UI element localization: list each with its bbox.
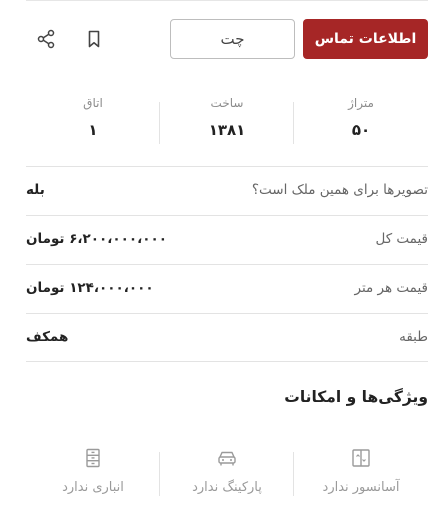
chat-button[interactable]: چت — [170, 19, 295, 59]
detail-value: همکف — [26, 329, 69, 345]
stat-value: ۱ — [88, 121, 98, 139]
detail-value: ۶،۲۰۰،۰۰۰،۰۰۰ تومان — [26, 231, 167, 247]
elevator-icon — [352, 449, 370, 467]
features-title: ویژگی‌ها و امکانات — [284, 388, 428, 406]
storage-icon — [86, 448, 100, 468]
top-divider — [26, 0, 428, 1]
detail-value: ۱۲۴،۰۰۰،۰۰۰ تومان — [26, 280, 154, 296]
stat-rooms: اتاق ۱ — [26, 94, 160, 154]
detail-row-total-price: قیمت کل ۶،۲۰۰،۰۰۰،۰۰۰ تومان — [26, 215, 428, 264]
stat-label: اتاق — [83, 96, 103, 110]
stat-area: متراژ ۵۰ — [294, 94, 428, 154]
stat-built-year: ساخت ۱۳۸۱ — [160, 94, 294, 154]
feature-label: پارکینگ ندارد — [192, 480, 262, 495]
detail-value: بله — [26, 182, 45, 198]
feature-storage: انباری ندارد — [26, 440, 160, 510]
stat-label: متراژ — [348, 96, 374, 110]
bookmark-icon[interactable] — [82, 27, 106, 51]
share-icon[interactable] — [34, 27, 58, 51]
detail-key: قیمت هر متر — [354, 280, 428, 296]
detail-row-price-per-meter: قیمت هر متر ۱۲۴،۰۰۰،۰۰۰ تومان — [26, 264, 428, 313]
action-bar: اطلاعات تماس چت — [0, 19, 428, 59]
contact-info-button[interactable]: اطلاعات تماس — [303, 19, 428, 59]
detail-key: طبقه — [399, 329, 428, 345]
detail-key: قیمت کل — [375, 231, 428, 247]
detail-key: تصویرها برای همین ملک است؟ — [251, 182, 428, 198]
detail-row-floor: طبقه همکف — [26, 313, 428, 362]
feature-label: آسانسور ندارد — [322, 480, 400, 495]
car-icon — [218, 451, 236, 466]
stat-label: ساخت — [210, 96, 244, 110]
detail-row-photos-authentic: تصویرها برای همین ملک است؟ بله — [26, 166, 428, 215]
feature-parking: پارکینگ ندارد — [160, 440, 294, 510]
features-list: آسانسور ندارد پارکینگ ندارد انباری ندارد — [26, 440, 428, 510]
property-stats: متراژ ۵۰ ساخت ۱۳۸۱ اتاق ۱ — [26, 94, 428, 154]
feature-elevator: آسانسور ندارد — [294, 440, 428, 510]
stat-value: ۱۳۸۱ — [208, 121, 246, 139]
stat-value: ۵۰ — [351, 121, 371, 139]
feature-label: انباری ندارد — [62, 480, 124, 495]
